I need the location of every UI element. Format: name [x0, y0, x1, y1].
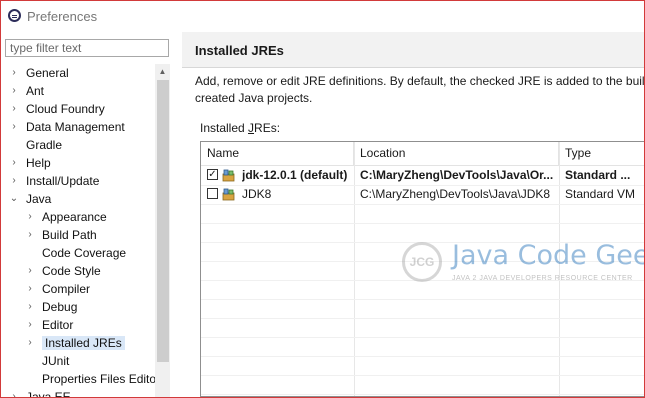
sidebar-item-label: Build Path	[42, 228, 97, 242]
sidebar-item-general[interactable]: › General	[9, 64, 69, 82]
window-title: Preferences	[27, 9, 98, 24]
preferences-sidebar: › General › Ant › Cloud Foundry › Data Manageme…	[1, 32, 174, 397]
chevron-right-icon[interactable]: ›	[25, 208, 35, 226]
chevron-right-icon[interactable]: ›	[25, 280, 35, 298]
sidebar-item-label: Code Coverage	[42, 246, 127, 260]
cell-name: jdk-12.0.1 (default)	[242, 168, 348, 182]
sidebar-item-installed-jres[interactable]: › Installed JREs	[25, 334, 125, 352]
watermark-subtitle: JAVA 2 JAVA DEVELOPERS RESOURCE CENTER	[452, 275, 633, 282]
jre-checkbox[interactable]	[207, 188, 218, 199]
sidebar-item-ant[interactable]: › Ant	[9, 82, 44, 100]
sidebar-item-java[interactable]: ⌄ Java	[9, 190, 52, 208]
scrollbar-thumb[interactable]	[157, 80, 169, 362]
description-line: Add, remove or edit JRE definitions. By …	[195, 74, 645, 88]
watermark-title: Java Code Geeks	[452, 240, 644, 271]
sidebar-item-label: Editor	[42, 318, 74, 332]
sidebar-item-compiler[interactable]: › Compiler	[25, 280, 90, 298]
empty-table-row	[201, 375, 644, 395]
sidebar-item-properties-files-editor[interactable]: Properties Files Editor	[25, 370, 160, 388]
empty-table-row	[201, 204, 644, 224]
table-row[interactable]: JDK8 C:\MaryZheng\DevTools\Java\JDK8 Stand…	[201, 185, 644, 205]
jre-checkbox[interactable]: ✓	[207, 169, 218, 180]
chevron-right-icon[interactable]: ›	[25, 334, 35, 352]
sidebar-item-label: General	[26, 66, 69, 80]
chevron-right-icon[interactable]: ›	[25, 226, 35, 244]
sidebar-item-label: Properties Files Editor	[42, 372, 161, 386]
filter-input[interactable]	[5, 39, 169, 57]
sidebar-item-label: Installed JREs	[42, 336, 125, 350]
cell-location: C:\MaryZheng\DevTools\Java\JDK8	[360, 187, 551, 201]
cell-type: Standard ...	[565, 168, 631, 182]
title-bar: Preferences	[1, 1, 644, 32]
sidebar-item-label: Gradle	[26, 138, 63, 152]
sidebar-item-label: Java EE	[26, 390, 71, 398]
chevron-right-icon[interactable]: ›	[25, 262, 35, 280]
sidebar-item-appearance[interactable]: › Appearance	[25, 208, 107, 226]
page-title: Installed JREs	[195, 43, 284, 58]
page-header: Installed JREs	[182, 32, 644, 68]
empty-table-row	[201, 299, 644, 319]
sidebar-item-gradle[interactable]: Gradle	[9, 136, 62, 154]
cell-location: C:\MaryZheng\DevTools\Java\Or...	[360, 168, 554, 182]
sidebar-item-label: Debug	[42, 300, 78, 314]
sidebar-item-label: Install/Update	[26, 174, 100, 188]
installed-jres-label: Installed JREs:	[200, 121, 281, 135]
chevron-right-icon[interactable]: ›	[9, 118, 19, 136]
table-header: Name Location Type	[201, 142, 644, 166]
chevron-right-icon[interactable]: ›	[9, 100, 19, 118]
sidebar-item-label: Data Management	[26, 120, 125, 134]
sidebar-item-label: Cloud Foundry	[26, 102, 105, 116]
column-header-type[interactable]: Type	[559, 142, 644, 165]
chevron-right-icon[interactable]: ›	[9, 82, 19, 100]
sidebar-item-label: Java	[26, 192, 52, 206]
page-description: Add, remove or edit JRE definitions. By …	[195, 73, 645, 107]
sidebar-scrollbar[interactable]: ▲	[155, 64, 170, 397]
description-line: created Java projects.	[195, 91, 313, 105]
java-code-geeks-watermark: JCG Java Code Geeks JAVA 2 JAVA DEVELOPE…	[392, 232, 644, 287]
sidebar-item-label: Appearance	[42, 210, 107, 224]
cell-type: Standard VM	[565, 187, 636, 201]
sidebar-item-label: Compiler	[42, 282, 91, 296]
scroll-up-icon[interactable]: ▲	[155, 64, 170, 79]
eclipse-icon	[8, 9, 21, 22]
sidebar-item-code-style[interactable]: › Code Style	[25, 262, 101, 280]
chevron-right-icon[interactable]: ›	[9, 64, 19, 82]
jre-library-icon	[222, 188, 235, 201]
empty-table-row	[201, 337, 644, 357]
chevron-right-icon[interactable]: ›	[9, 154, 19, 172]
jcg-logo-icon: JCG	[402, 242, 442, 282]
sidebar-item-cloud-foundry[interactable]: › Cloud Foundry	[9, 100, 105, 118]
sidebar-item-java-ee[interactable]: › Java EE	[9, 388, 71, 398]
column-header-location[interactable]: Location	[354, 142, 559, 165]
cell-name: JDK8	[242, 187, 272, 201]
sidebar-item-junit[interactable]: JUnit	[25, 352, 69, 370]
column-header-name[interactable]: Name	[201, 142, 354, 165]
check-icon: ✓	[208, 169, 217, 180]
sidebar-item-debug[interactable]: › Debug	[25, 298, 77, 316]
jre-library-icon	[222, 169, 235, 182]
chevron-right-icon[interactable]: ›	[9, 172, 19, 190]
empty-table-row	[201, 318, 644, 338]
table-row[interactable]: ✓ jdk-12.0.1 (default) C:\MaryZheng\DevToo…	[201, 166, 644, 186]
installed-jres-page: Installed JREs Add, remove or edit JRE d…	[182, 32, 644, 397]
preferences-window: Preferences › General › Ant › Cloud Foundry › D…	[0, 0, 645, 398]
sidebar-item-label: Help	[26, 156, 51, 170]
sidebar-item-install-update[interactable]: › Install/Update	[9, 172, 99, 190]
sidebar-item-label: JUnit	[42, 354, 70, 368]
chevron-right-icon[interactable]: ›	[25, 316, 35, 334]
sidebar-item-label: Ant	[26, 84, 45, 98]
empty-table-row	[201, 356, 644, 376]
chevron-right-icon[interactable]: ›	[9, 388, 19, 397]
sidebar-item-data-management[interactable]: › Data Management	[9, 118, 125, 136]
sidebar-item-label: Code Style	[42, 264, 101, 278]
chevron-right-icon[interactable]: ›	[25, 298, 35, 316]
chevron-down-icon[interactable]: ⌄	[9, 190, 19, 208]
sidebar-item-help[interactable]: › Help	[9, 154, 51, 172]
sidebar-item-code-coverage[interactable]: Code Coverage	[25, 244, 126, 262]
sidebar-item-build-path[interactable]: › Build Path	[25, 226, 97, 244]
sidebar-item-editor[interactable]: › Editor	[25, 316, 73, 334]
